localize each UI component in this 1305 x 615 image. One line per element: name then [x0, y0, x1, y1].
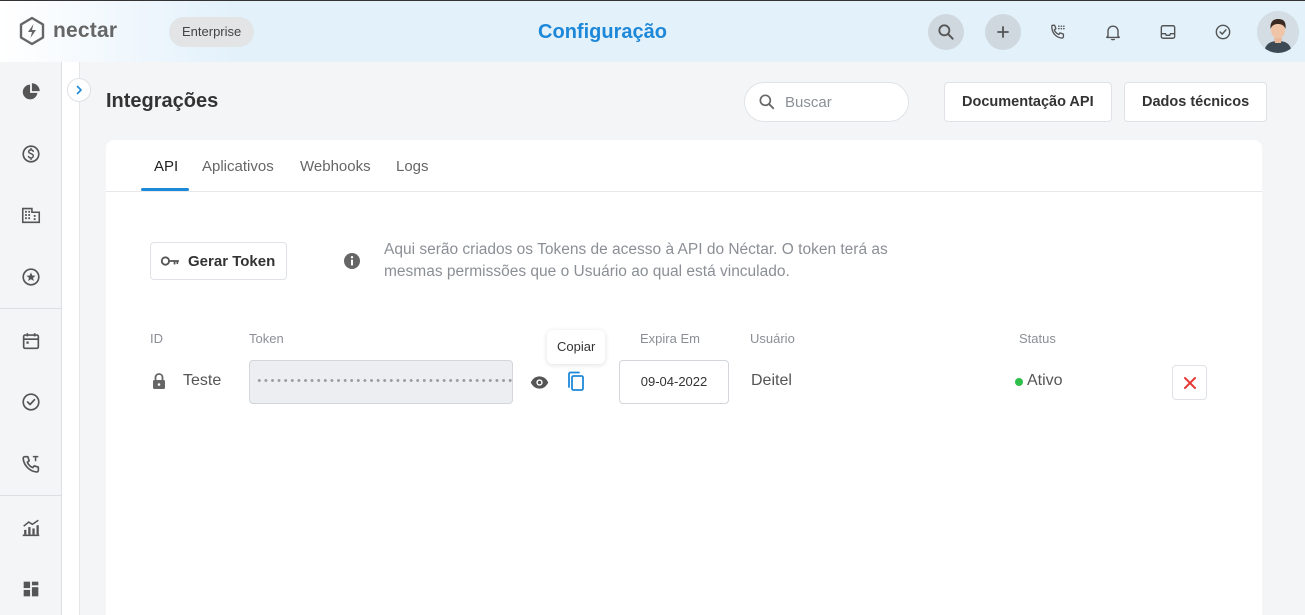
expand-submenu-button[interactable]: [67, 78, 91, 102]
sidebar-item-companies[interactable]: [17, 201, 45, 229]
search-icon: [938, 24, 954, 40]
column-header-expires: Expira Em: [640, 331, 700, 346]
check-circle-icon: [1215, 24, 1231, 40]
generate-token-button[interactable]: Gerar Token: [150, 242, 287, 280]
lock-icon: [153, 373, 165, 389]
chevron-right-icon: [76, 85, 82, 95]
column-header-status: Status: [1019, 331, 1056, 346]
sidebar-item-finance[interactable]: [17, 140, 45, 168]
dialer-button[interactable]: [1040, 14, 1076, 50]
sidebar-divider: [0, 495, 62, 496]
generate-token-label: Gerar Token: [188, 252, 276, 270]
close-icon: [1183, 376, 1196, 389]
check-circle-icon: [22, 393, 40, 411]
tab-apps[interactable]: Aplicativos: [202, 158, 274, 175]
sidebar-item-dashboard[interactable]: [17, 78, 45, 106]
user-photo-icon: [1257, 11, 1299, 53]
token-user: Deitel: [751, 372, 792, 389]
token-id: Teste: [183, 372, 222, 389]
plus-icon: [997, 26, 1009, 38]
bar-chart-icon: [22, 519, 40, 537]
column-header-user: Usuário: [750, 331, 795, 346]
copy-tooltip: Copiar: [547, 330, 606, 364]
tab-bar: API Aplicativos Webhooks Logs: [106, 140, 1262, 192]
expiration-date-field[interactable]: 09-04-2022: [619, 360, 729, 404]
dashboard-icon: [23, 581, 39, 597]
page-title: Configuração: [538, 21, 667, 43]
token-info-text: Aqui serão criados os Tokens de acesso à…: [384, 241, 888, 280]
sidebar-item-tasks[interactable]: [17, 388, 45, 416]
bell-icon: [1106, 25, 1120, 41]
submenu-collapsed-panel: [62, 62, 80, 615]
pie-chart-icon: [22, 83, 40, 100]
top-bar: nectar Enterprise Configuração: [0, 0, 1305, 62]
global-search-button[interactable]: [928, 14, 964, 50]
token-field[interactable]: ••••••••••••••••••••••••••••••••••••••••…: [249, 360, 513, 404]
calendar-icon: [22, 333, 40, 350]
info-icon: [344, 253, 360, 269]
eye-icon[interactable]: [529, 372, 550, 393]
tech-data-button[interactable]: Dados técnicos: [1124, 82, 1268, 122]
notifications-button[interactable]: [1095, 14, 1131, 50]
search-input[interactable]: [785, 93, 895, 111]
search-box[interactable]: [744, 82, 909, 122]
tab-webhooks[interactable]: Webhooks: [300, 158, 371, 175]
column-header-token: Token: [249, 331, 284, 346]
column-header-id: ID: [150, 331, 163, 346]
inbox-button[interactable]: [1150, 14, 1186, 50]
tasks-button[interactable]: [1205, 14, 1241, 50]
tab-api[interactable]: API: [154, 158, 178, 175]
star-icon: [22, 268, 40, 286]
sidebar-item-favorites[interactable]: [17, 263, 45, 291]
delete-token-button[interactable]: [1172, 365, 1207, 400]
sidebar-item-panels[interactable]: [17, 575, 45, 603]
user-avatar[interactable]: [1257, 11, 1299, 53]
active-tab-indicator: [141, 188, 189, 191]
building-icon: [21, 207, 41, 224]
dollar-icon: [22, 145, 40, 163]
api-docs-button[interactable]: Documentação API: [944, 82, 1112, 122]
sidebar-item-calls[interactable]: [17, 450, 45, 478]
sidebar-divider: [0, 308, 62, 309]
copy-icon[interactable]: [566, 371, 586, 393]
sidebar-item-reports[interactable]: [17, 514, 45, 542]
section-title: Integrações: [106, 90, 219, 112]
phone-dialpad-icon: [1051, 24, 1065, 39]
status-dot: [1015, 378, 1023, 386]
phone-icon: [22, 455, 40, 473]
add-button[interactable]: [985, 14, 1021, 50]
key-icon: [160, 256, 180, 266]
search-icon: [759, 94, 775, 110]
tab-logs[interactable]: Logs: [396, 158, 429, 175]
inbox-icon: [1160, 25, 1176, 39]
integrations-card: API Aplicativos Webhooks Logs Gerar Toke…: [106, 140, 1262, 615]
sidebar-item-calendar[interactable]: [17, 327, 45, 355]
sidebar: [0, 62, 62, 615]
status-label: Ativo: [1027, 372, 1063, 389]
